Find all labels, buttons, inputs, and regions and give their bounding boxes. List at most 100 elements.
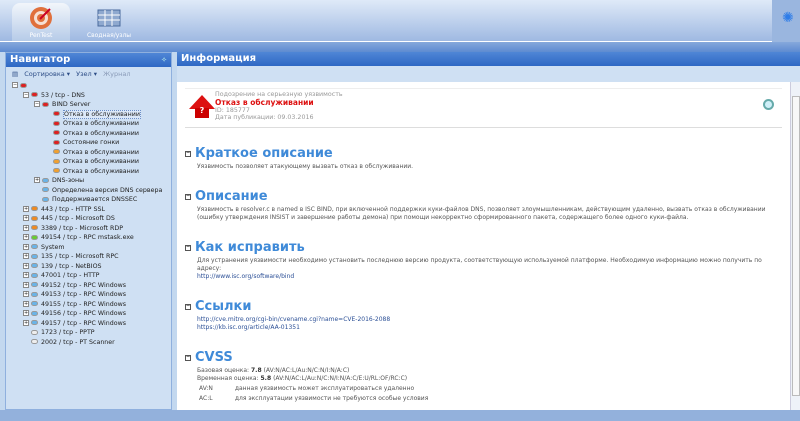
info-title: Информация [181,53,256,64]
tab-summary-nodes[interactable]: Сводная/узлы [80,3,138,41]
expand-toggle-icon[interactable]: + [23,253,29,259]
expand-toggle-icon[interactable]: + [23,224,29,231]
tree-node-label: Отказ в обслуживании [63,129,139,137]
severity-icon [53,139,60,145]
severity-icon [31,310,38,316]
sort-menu[interactable]: Сортировка ▾ [24,70,70,78]
tree-node-label: DNS-зоны [52,177,85,184]
section-cvss-title[interactable]: − CVSS [185,350,782,365]
expand-toggle-icon[interactable]: + [23,272,29,278]
tree-node-label: Отказ в обслуживании [63,120,139,127]
severity-icon [31,225,38,230]
tab-label: Сводная/узлы [86,32,132,39]
vulnerability-name: Отказ в обслуживании [215,98,314,107]
table-row: AV:N данная уязвимость может эксплуатиров… [199,385,415,392]
expand-toggle-icon[interactable]: + [23,234,29,240]
info-panel: Информация ? Подозрение на серьезную уяз… [177,52,800,410]
journal-button[interactable]: Журнал [103,70,130,78]
tree-node[interactable]: Отказ в обслуживании [12,119,171,129]
cvss-base: Базовая оценка: 7.8 (AV:N/AC:L/Au:N/C:N/… [197,367,350,374]
collapse-icon[interactable]: − [185,244,191,251]
tree-node[interactable]: +49156 / tcp - RPC Windows [12,309,171,319]
pin-icon[interactable]: ✧ [161,56,167,64]
vertical-scrollbar[interactable] [790,82,800,410]
collapse-icon[interactable]: − [185,193,191,200]
section-links-title[interactable]: − Ссылки [185,299,782,314]
section-desc-title[interactable]: − Описание [185,189,782,204]
expand-toggle-icon[interactable]: + [23,281,29,288]
severity-icon [42,187,49,192]
brief-text: Уязвимость позволяет атакующему вызвать … [197,163,414,170]
tree-node[interactable]: +49157 / tcp - RPC Windows [12,319,171,329]
reference-link[interactable]: http://cve.mitre.org/cgi-bin/cvename.cgi… [197,316,782,324]
tree-node[interactable]: Отказ в обслуживании [12,148,171,158]
tree-node[interactable]: +135 / tcp - Microsoft RPC [12,252,171,262]
zoom-magnifier-icon[interactable] [763,99,774,110]
expand-toggle-icon[interactable]: + [23,243,29,250]
section-brief-title[interactable]: − Краткое описание [185,146,782,161]
tree-node[interactable]: Отказ в обслуживании [12,109,171,120]
tree-node[interactable]: − BIND Server [12,100,171,110]
expand-toggle-icon[interactable]: − [34,101,40,107]
collapse-icon[interactable]: − [185,150,191,157]
tree-node[interactable]: +49152 / tcp - RPC Windows [12,281,171,291]
severity-icon [42,196,49,202]
collapse-icon[interactable]: − [185,354,191,361]
fix-link[interactable]: http://www.isc.org/software/bind [197,273,294,280]
expand-toggle-icon[interactable]: + [23,215,29,221]
tree-node-label: Определена версия DNS сервера [52,186,163,194]
tree-node[interactable]: +3389 / tcp - Microsoft RDP [12,224,171,234]
section-fix-title[interactable]: − Как исправить [185,240,782,255]
desc-text: Уязвимость в resolver.c в named в ISC BI… [197,206,766,221]
expand-toggle-icon[interactable]: + [23,300,29,307]
settings-gear-icon[interactable]: ✺ [782,10,794,26]
tree-node[interactable]: +443 / tcp - HTTP SSL [12,205,171,215]
expand-toggle-icon[interactable]: + [23,291,29,297]
tree-node[interactable]: 1723 / tcp - PPTP [12,328,171,338]
expand-toggle-icon[interactable]: − [23,91,29,98]
tree-node[interactable]: +49153 / tcp - RPC Windows [12,290,171,300]
scrollbar-thumb[interactable] [792,96,800,396]
tree-node[interactable]: Определена версия DNS сервера [12,186,171,196]
severity-icon [31,253,38,259]
expand-toggle-icon[interactable]: + [23,205,29,212]
reference-link[interactable]: https://kb.isc.org/article/AA-01351 [197,324,782,332]
pentest-target-icon [30,7,52,29]
tree-node[interactable]: − 53 / tcp - DNS [12,91,171,101]
collapse-icon[interactable]: − [185,303,191,310]
expand-toggle-icon[interactable]: + [23,310,29,316]
tab-pentest[interactable]: PenTest [12,3,70,41]
expand-toggle-icon[interactable]: + [34,177,40,183]
tree-node[interactable]: + System [12,243,171,253]
tree-node[interactable]: +49155 / tcp - RPC Windows [12,300,171,310]
expand-toggle-icon[interactable]: + [23,319,29,326]
tree-node[interactable]: +445 / tcp - Microsoft DS [12,214,171,224]
tree-node[interactable]: + DNS-зоны [12,176,171,186]
tree-node[interactable]: Состояние гонки [12,138,171,148]
tree-node-label: System [41,243,65,251]
tree-node[interactable]: − [12,81,171,91]
tree-node-label: Отказ в обслуживании [63,148,139,156]
tree-node-label: 47001 / tcp - HTTP [41,272,100,279]
tree-node[interactable]: Поддерживается DNSSEC [12,195,171,205]
tree-node-label: 443 / tcp - HTTP SSL [41,205,105,213]
severity-icon [31,282,38,287]
tree-node[interactable]: Отказ в обслуживании [12,157,171,167]
expand-toggle-icon[interactable]: − [12,82,18,88]
tree-node[interactable]: +47001 / tcp - HTTP [12,271,171,281]
tree-node[interactable]: +139 / tcp - NetBIOS [12,262,171,272]
severity-icon [53,120,60,126]
tree-node-label: 49155 / tcp - RPC Windows [41,300,127,308]
tree-node-label: BIND Server [52,101,91,108]
tree-node[interactable]: Отказ в обслуживании [12,167,171,177]
table-row: AC:L для эксплуатации уязвимости не требу… [199,395,429,402]
expand-toggle-icon[interactable]: + [23,262,29,269]
tree-node[interactable]: +49154 / tcp - RPC mstask.exe [12,233,171,243]
severity-icon [31,339,38,344]
tree-node-label: 139 / tcp - NetBIOS [41,262,102,270]
tree-node[interactable]: 2002 / tcp - PT Scanner [12,338,171,348]
severity-icon [31,215,38,221]
tree-node[interactable]: Отказ в обслуживании [12,129,171,139]
node-menu[interactable]: Узел ▾ [76,70,97,78]
navigator-header: Навигатор ✧ [6,53,171,67]
